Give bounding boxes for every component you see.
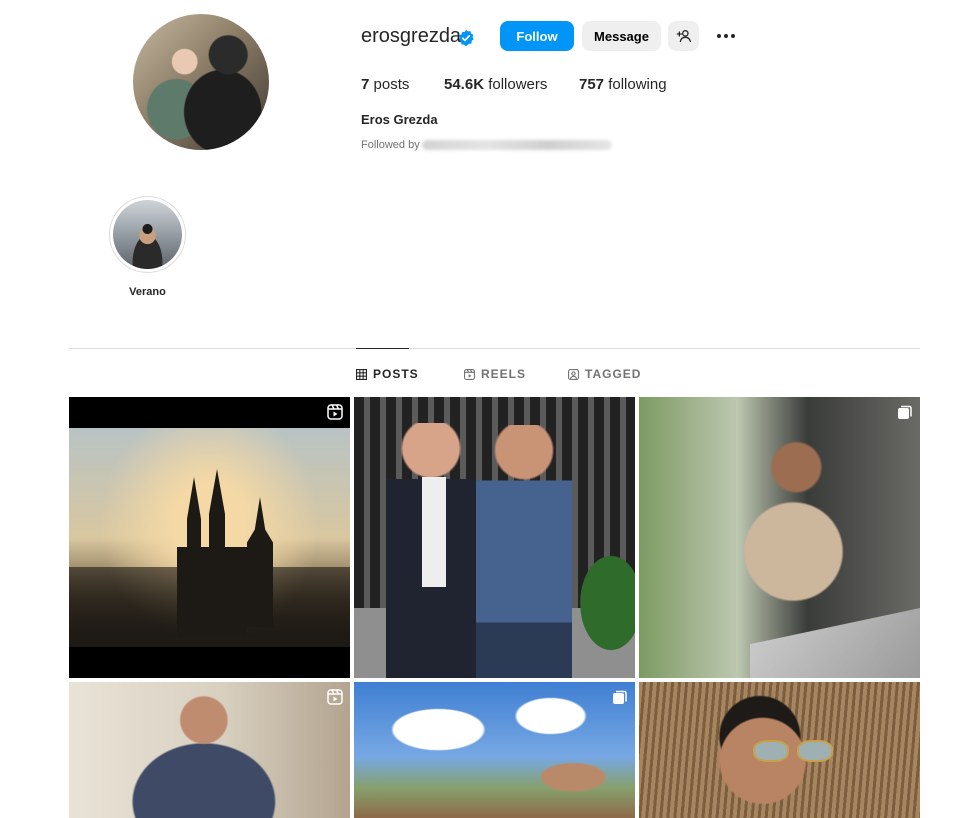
more-options-icon[interactable] [713, 26, 739, 46]
grid-icon [356, 368, 367, 380]
profile-avatar[interactable] [133, 14, 269, 150]
tagged-icon [568, 368, 579, 380]
profile-full-name: Eros Grezda [361, 112, 438, 127]
reels-icon [464, 368, 475, 380]
followed-by-names-blurred [421, 140, 612, 150]
follow-button[interactable]: Follow [500, 21, 574, 51]
post-thumbnail[interactable] [639, 682, 920, 818]
followed-by-label: Followed by [361, 139, 420, 151]
following-stat[interactable]: 757 following [579, 76, 667, 93]
tab-reels[interactable]: REELS [464, 367, 526, 381]
suggested-users-button[interactable] [668, 21, 699, 51]
followers-stat[interactable]: 54.6K followers [444, 76, 547, 93]
followed-by-line[interactable]: Followed by [361, 139, 612, 151]
add-person-icon [676, 30, 691, 42]
post-thumbnail[interactable] [639, 397, 920, 678]
active-tab-indicator [356, 348, 409, 349]
highlight-verano[interactable] [109, 196, 186, 273]
message-button[interactable]: Message [582, 21, 661, 51]
posts-count-stat: 7 posts [361, 76, 410, 93]
profile-username: erosgrezda [361, 25, 462, 47]
tab-posts[interactable]: POSTS [356, 367, 419, 381]
post-thumbnail[interactable] [69, 682, 350, 818]
tab-tagged[interactable]: TAGGED [568, 367, 641, 381]
post-thumbnail[interactable] [354, 397, 635, 678]
post-thumbnail[interactable] [69, 397, 350, 678]
carousel-icon [613, 690, 627, 704]
reel-icon [327, 689, 343, 705]
verified-badge-icon [459, 29, 474, 47]
tabs-divider [69, 348, 920, 349]
highlight-cover-image [113, 200, 182, 269]
reel-icon [327, 404, 343, 420]
highlight-label: Verano [129, 286, 166, 298]
post-thumbnail[interactable] [354, 682, 635, 818]
carousel-icon [898, 405, 912, 419]
